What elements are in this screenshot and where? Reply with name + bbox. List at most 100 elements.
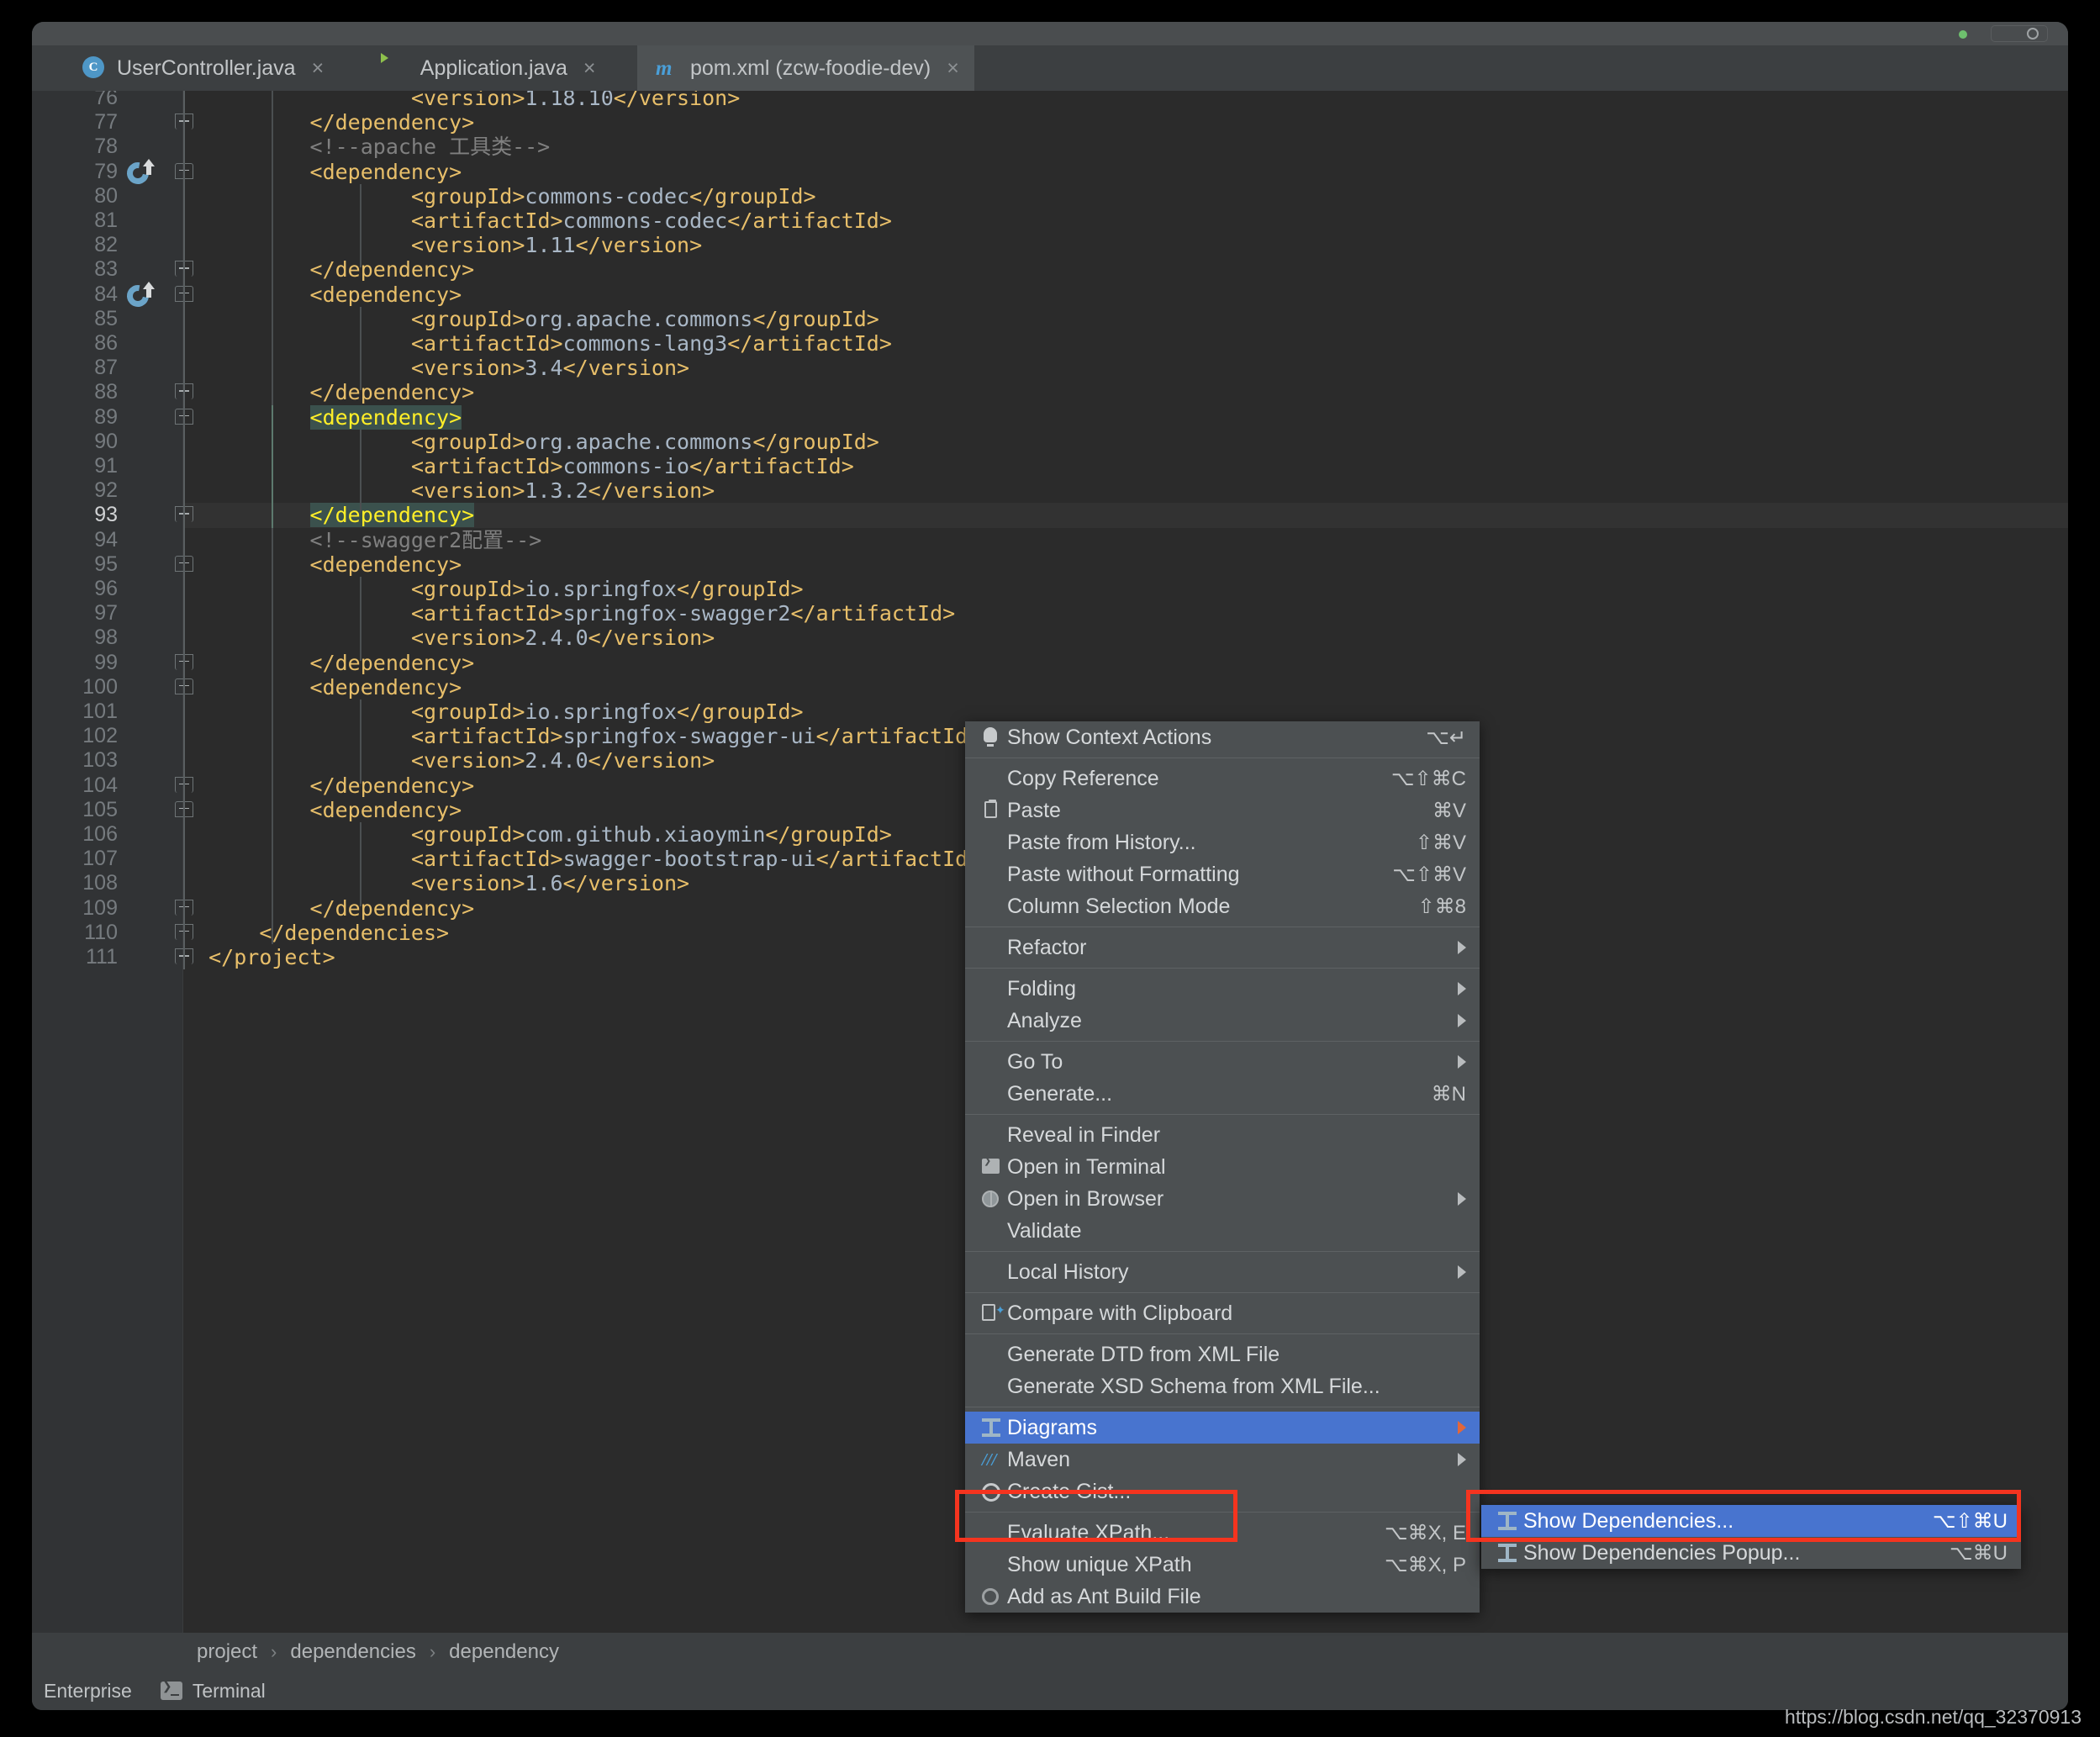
menu-item-label: Copy Reference <box>1007 766 1159 790</box>
close-icon[interactable]: × <box>583 56 596 81</box>
fold-marker-top[interactable] <box>175 799 197 821</box>
menu-item-show-context-actions[interactable]: Show Context Actions ⌥↵ <box>965 721 1480 753</box>
diagram-glyph <box>982 1418 1000 1437</box>
menu-item-evaluate-xpath[interactable]: Evaluate XPath... ⌥⌘X, E <box>965 1517 1480 1549</box>
code-text: </dependency> <box>183 651 2068 675</box>
menu-group-2: Refactor <box>965 932 1480 964</box>
menu-item-column-selection-mode[interactable]: Column Selection Mode ⇧⌘8 <box>965 890 1480 922</box>
breadcrumb-item-2[interactable]: dependency <box>449 1640 559 1664</box>
menu-item-generate-dtd-from-xml-file[interactable]: Generate DTD from XML File <box>965 1338 1480 1370</box>
code-line[interactable]: 93 </dependency> <box>32 503 2068 528</box>
editor-tab-2[interactable]: m pom.xml (zcw-foodie-dev) × <box>637 45 974 91</box>
menu-item-refactor[interactable]: Refactor <box>965 932 1480 964</box>
fold-marker-bot[interactable] <box>175 111 197 133</box>
menu-item-local-history[interactable]: Local History <box>965 1256 1480 1288</box>
menu-item-label: Paste <box>1007 798 1061 822</box>
menu-item-paste-without-formatting[interactable]: Paste without Formatting ⌥⇧⌘V <box>965 858 1480 890</box>
maven-update-icon[interactable] <box>122 157 155 188</box>
breadcrumb-item-0[interactable]: project <box>197 1640 257 1664</box>
fold-marker-bot[interactable] <box>175 652 197 673</box>
code-line[interactable]: 81 <artifactId>commons-codec</artifactId… <box>32 209 2068 233</box>
menu-item-open-in-browser[interactable]: Open in Browser <box>965 1183 1480 1215</box>
menu-item-show-dependencies-popup[interactable]: Show Dependencies Popup... ⌥⌘U <box>1481 1537 2021 1569</box>
maven-update-icon[interactable] <box>122 280 155 311</box>
code-line[interactable]: 76 <version>1.18.10</version> <box>32 91 2068 110</box>
code-line[interactable]: 83 </dependency> <box>32 257 2068 282</box>
code-line[interactable]: 90 <groupId>org.apache.commons</groupId> <box>32 430 2068 454</box>
code-token: commons-io <box>562 454 690 478</box>
code-text: <groupId>io.springfox</groupId> <box>183 700 2068 724</box>
fold-marker-bot[interactable] <box>175 504 197 525</box>
code-line[interactable]: 78 <!--apache 工具类--> <box>32 135 2068 159</box>
code-line[interactable]: 88 </dependency> <box>32 380 2068 404</box>
menu-item-maven[interactable]: /// Maven <box>965 1444 1480 1476</box>
code-line[interactable]: 82 <version>1.11</version> <box>32 233 2068 257</box>
code-line[interactable]: 99 </dependency> <box>32 651 2068 675</box>
settings-button[interactable] <box>1991 25 2048 42</box>
code-line[interactable]: 97 <artifactId>springfox-swagger2</artif… <box>32 601 2068 626</box>
editor-tab-0[interactable]: C UserController.java × <box>64 45 339 91</box>
menu-item-create-gist[interactable]: Create Gist... <box>965 1476 1480 1507</box>
diagrams-submenu[interactable]: Show Dependencies... ⌥⇧⌘U Show Dependencie… <box>1481 1505 2021 1569</box>
code-token: commons-codec <box>525 183 690 209</box>
code-token: <groupId> <box>410 183 525 209</box>
fold-marker-bot[interactable] <box>175 897 197 919</box>
menu-item-label: Create Gist... <box>1007 1479 1132 1503</box>
globe-icon-glyph <box>982 1191 999 1207</box>
fold-marker-bot[interactable] <box>175 774 197 796</box>
menu-item-add-as-ant-build-file[interactable]: Add as Ant Build File <box>965 1581 1480 1613</box>
status-item-terminal[interactable]: Terminal <box>160 1679 266 1703</box>
code-line[interactable]: 95 <dependency> <box>32 552 2068 577</box>
menu-item-analyze[interactable]: Analyze <box>965 1005 1480 1037</box>
code-line[interactable]: 86 <artifactId>commons-lang3</artifactId… <box>32 331 2068 356</box>
menu-item-go-to[interactable]: Go To <box>965 1046 1480 1078</box>
code-line[interactable]: 92 <version>1.3.2</version> <box>32 478 2068 503</box>
code-line[interactable]: 89 <dependency> <box>32 404 2068 430</box>
code-line[interactable]: 96 <groupId>io.springfox</groupId> <box>32 577 2068 601</box>
code-line[interactable]: 87 <version>3.4</version> <box>32 356 2068 380</box>
fold-marker-top[interactable] <box>175 161 197 182</box>
menu-item-generate-xsd-schema-from-xml-file[interactable]: Generate XSD Schema from XML File... <box>965 1370 1480 1402</box>
fold-marker-bot[interactable] <box>175 381 197 403</box>
code-line[interactable]: 77 </dependency> <box>32 110 2068 135</box>
fold-marker-bot[interactable] <box>175 921 197 943</box>
code-line[interactable]: 79 <dependency> <box>32 160 2068 184</box>
close-icon[interactable]: × <box>312 56 324 81</box>
menu-item-paste-from-history[interactable]: Paste from History... ⇧⌘V <box>965 826 1480 858</box>
code-line[interactable]: 84 <dependency> <box>32 282 2068 307</box>
code-line[interactable]: 85 <groupId>org.apache.commons</groupId> <box>32 307 2068 331</box>
menu-item-copy-reference[interactable]: Copy Reference ⌥⇧⌘C <box>965 763 1480 795</box>
code-line[interactable]: 80 <groupId>commons-codec</groupId> <box>32 184 2068 209</box>
editor-context-menu[interactable]: Show Context Actions ⌥↵ Copy Reference ⌥⇧⌘C… <box>965 721 1480 1613</box>
close-icon[interactable]: × <box>947 56 959 81</box>
fold-marker-bot[interactable] <box>175 946 197 968</box>
menu-item-label: Folding <box>1007 976 1076 1000</box>
breadcrumb[interactable]: project › dependencies › dependency <box>32 1633 2068 1671</box>
fold-marker-top[interactable] <box>175 676 197 698</box>
menu-item-show-unique-xpath[interactable]: Show unique XPath ⌥⌘X, P <box>965 1549 1480 1581</box>
menu-item-paste[interactable]: Paste ⌘V <box>965 795 1480 826</box>
menu-item-validate[interactable]: Validate <box>965 1215 1480 1247</box>
menu-item-open-in-terminal[interactable]: Open in Terminal <box>965 1151 1480 1183</box>
menu-item-label: Analyze <box>1007 1008 1082 1032</box>
code-line[interactable]: 100 <dependency> <box>32 675 2068 700</box>
editor-tab-1[interactable]: Application.java × <box>367 45 611 91</box>
menu-item-compare-with-clipboard[interactable]: Compare with Clipboard <box>965 1297 1480 1329</box>
code-line[interactable]: 101 <groupId>io.springfox</groupId> <box>32 700 2068 724</box>
code-line[interactable]: 91 <artifactId>commons-io</artifactId> <box>32 454 2068 478</box>
line-number: 89 <box>94 404 118 429</box>
menu-item-generate[interactable]: Generate... ⌘N <box>965 1078 1480 1110</box>
status-item-enterprise[interactable]: Enterprise <box>44 1680 132 1703</box>
breadcrumb-item-1[interactable]: dependencies <box>290 1640 415 1664</box>
code-line[interactable]: 94 <!--swagger2配置--> <box>32 528 2068 552</box>
menu-item-show-dependencies[interactable]: Show Dependencies... ⌥⇧⌘U <box>1481 1505 2021 1537</box>
menu-item-reveal-in-finder[interactable]: Reveal in Finder <box>965 1119 1480 1151</box>
code-line[interactable]: 98 <version>2.4.0</version> <box>32 626 2068 650</box>
fold-marker-top[interactable] <box>175 553 197 575</box>
fold-marker-top[interactable] <box>175 406 197 428</box>
fold-marker-bot[interactable] <box>175 258 197 280</box>
menu-item-folding[interactable]: Folding <box>965 973 1480 1005</box>
code-token: 3.4 <box>525 356 563 381</box>
fold-marker-top[interactable] <box>175 283 197 305</box>
menu-item-diagrams[interactable]: Diagrams <box>965 1412 1480 1444</box>
